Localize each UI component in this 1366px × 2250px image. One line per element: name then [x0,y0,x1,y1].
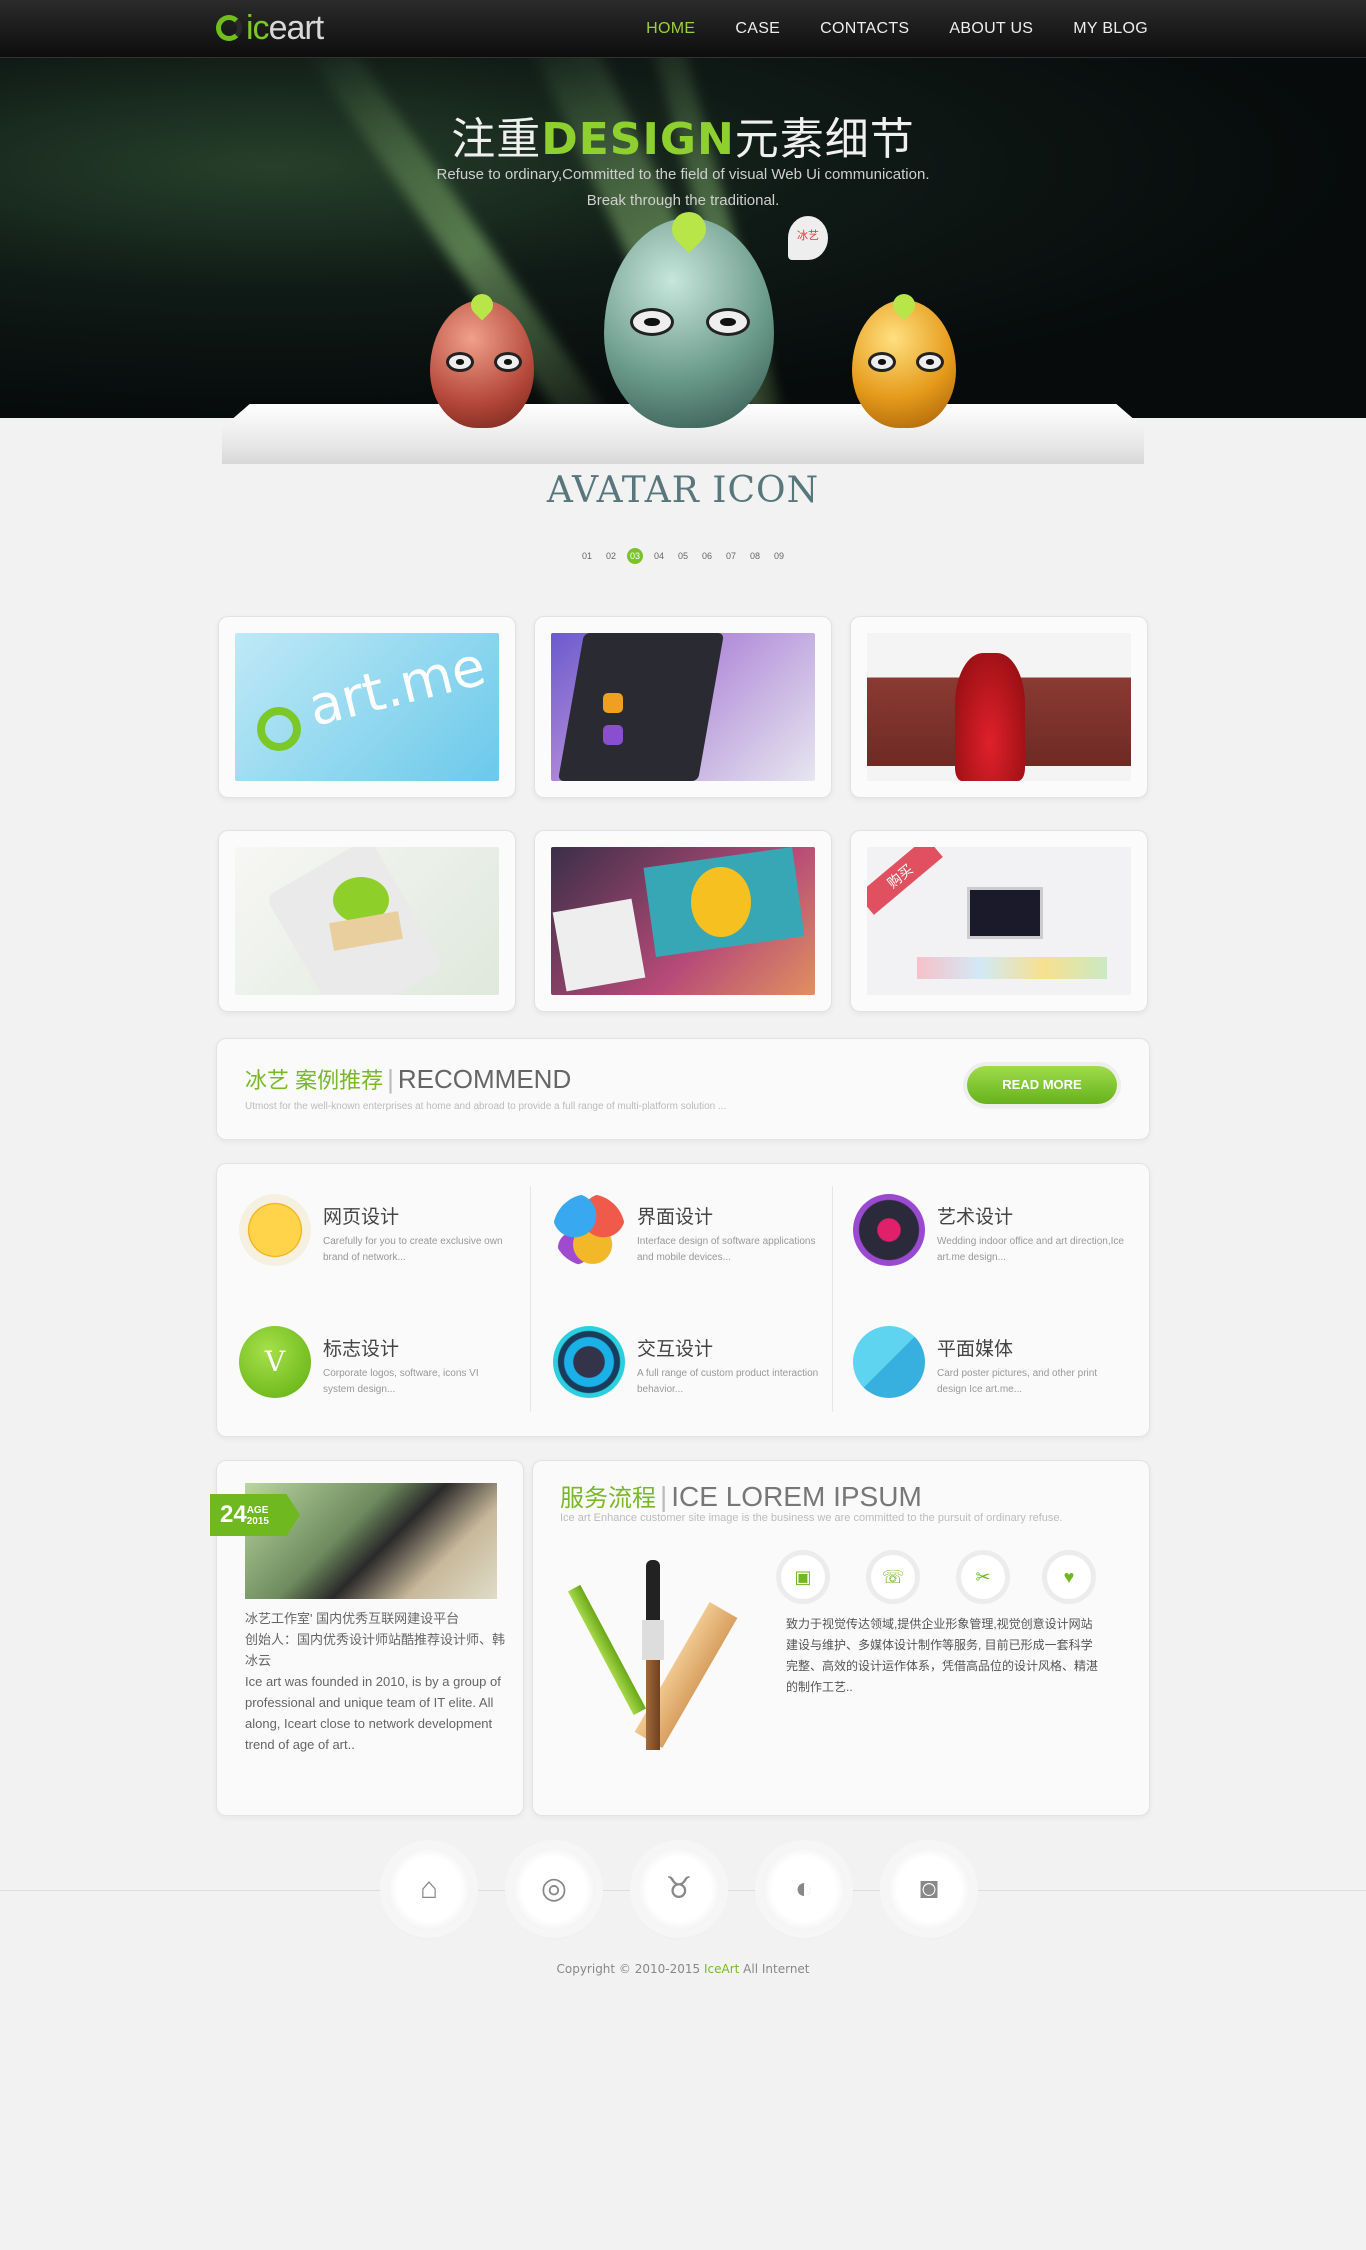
page-dot[interactable]: 09 [771,548,787,564]
avatar-icon-title: AVATAR ICON [546,470,820,511]
recommend-title: 冰艺 案例推荐 | RECOMMEND [245,1064,572,1094]
service-print-media[interactable]: 平面媒体 Card poster pictures, and other pri… [853,1326,1143,1436]
cow-icon[interactable]: ♉ [638,1848,720,1930]
blog-icon[interactable]: ◐ [763,1848,845,1930]
service-interaction-design[interactable]: 交互设计 A full range of custom product inte… [553,1326,843,1436]
color-bubbles-icon [553,1194,625,1266]
record-icon [853,1194,925,1266]
case-thumb-brand[interactable]: 购买 [850,830,1148,1012]
page-dot[interactable]: 06 [699,548,715,564]
page-dot[interactable]: 02 [603,548,619,564]
case-thumb-app[interactable] [534,616,832,798]
page-dot[interactable]: 04 [651,548,667,564]
nav-about-us[interactable]: ABOUT US [949,20,1033,38]
top-header: iceart HOME CASE CONTACTS ABOUT US MY BL… [0,0,1366,58]
age-badge: 24AGE 2015 [210,1494,300,1536]
v-badge-icon: V [239,1326,311,1398]
nav-my-blog[interactable]: MY BLOG [1073,20,1148,38]
service-art-design[interactable]: 艺术设计 Wedding indoor office and art direc… [853,1194,1143,1304]
case-thumb-expression[interactable] [218,830,516,1012]
process-step-phone-icon[interactable]: ☏ [871,1555,915,1599]
process-subtitle: Ice art Enhance customer site image is t… [560,1512,1063,1524]
nav-case[interactable]: CASE [735,20,780,38]
hero-subtitle: Refuse to ordinary,Committed to the fiel… [436,166,930,209]
main-nav: HOME CASE CONTACTS ABOUT US MY BLOG [646,0,1148,57]
page-dot[interactable]: 07 [723,548,739,564]
case-thumb-fashion[interactable] [850,616,1148,798]
hero-title: 注重DESIGN元素细节 [451,114,915,165]
read-more-button[interactable]: READ MORE [967,1066,1117,1104]
recommend-subtitle: Utmost for the well-known enterprises at… [245,1101,727,1112]
weibo-icon[interactable]: ◎ [513,1848,595,1930]
speech-bubble: 冰艺 [788,216,828,260]
service-ui-design[interactable]: 界面设计 Interface design of software applic… [553,1194,843,1304]
page-dot-active[interactable]: 03 [627,548,643,564]
service-web-design[interactable]: 网页设计 Carefully for you to create exclusi… [239,1194,529,1304]
case-thumb-artme[interactable]: art.me [218,616,516,798]
page-dot[interactable]: 08 [747,548,763,564]
process-step-money-icon[interactable]: ▣ [781,1555,825,1599]
process-title: 服务流程 | ICE LOREM IPSUM [560,1481,922,1512]
process-text: 致力于视觉传达领域,提供企业形象管理,视觉创意设计网站建设与维护、多媒体设计制作… [786,1617,1099,1694]
page-dot[interactable]: 05 [675,548,691,564]
nav-home[interactable]: HOME [646,20,695,38]
about-text: 冰艺工作室' 国内优秀互联网建设平台 创始人：国内优秀设计师站酷推荐设计师、韩冰… [245,1611,506,1752]
case-image [235,847,499,995]
service-logo-design[interactable]: V 标志设计 Corporate logos, software, icons … [239,1326,529,1436]
recommend-panel: 冰艺 案例推荐 | RECOMMEND Utmost for the well-kn… [216,1038,1150,1140]
copyright: Copyright © 2010-2015 IceArt All Interne… [556,1962,810,1976]
process-step-scissors-icon[interactable]: ✂ [961,1555,1005,1599]
divider [530,1186,531,1412]
nav-contacts[interactable]: CONTACTS [820,20,909,38]
clock-icon [239,1194,311,1266]
case-image: art.me [235,633,499,781]
design-tools-illustration [567,1560,750,1760]
case-image: 购买 [867,847,1131,995]
logo[interactable]: iceart [216,9,324,47]
case-image [551,847,815,995]
process-step-heart-icon[interactable]: ♥ [1047,1555,1091,1599]
camera-icon[interactable]: ◙ [888,1848,970,1930]
download-icon [553,1326,625,1398]
slide-pagination: 01 02 03 04 05 06 07 08 09 [0,548,1366,564]
home-icon[interactable]: ⌂ [388,1848,470,1930]
case-image [551,633,815,781]
services-panel: 网页设计 Carefully for you to create exclusi… [216,1163,1150,1437]
page-dot[interactable]: 01 [579,548,595,564]
image-icon [853,1326,925,1398]
alien-avatar-yellow [852,289,956,428]
case-image [867,633,1131,781]
logo-ring-icon [216,15,242,41]
case-thumb-cartoon[interactable] [534,830,832,1012]
alien-avatar-red [430,289,534,428]
